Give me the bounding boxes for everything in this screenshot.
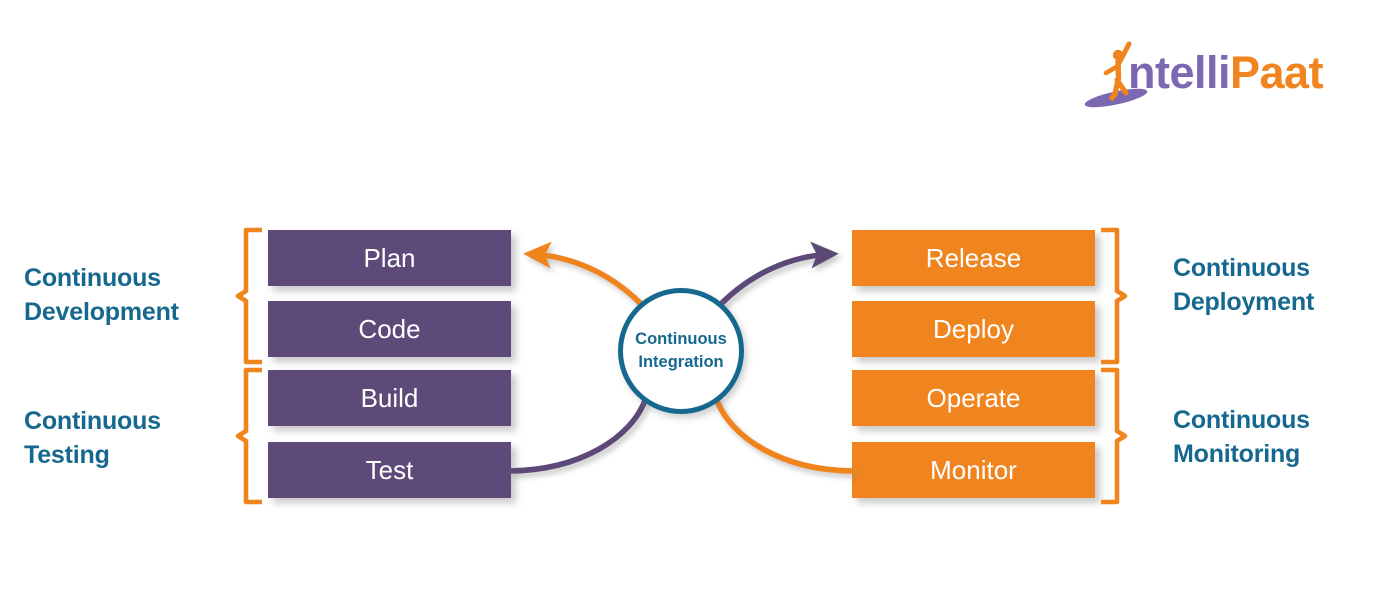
stage-box-label: Plan [363,243,416,273]
stage-box-plan[interactable]: Plan [268,230,511,286]
center-node-continuous-integration[interactable]: Continuous Integration [618,288,744,414]
label-continuous-development: Continuous Development [24,261,179,329]
stage-box-monitor[interactable]: Monitor [852,442,1095,498]
stage-box-label: Code [358,314,421,344]
logo-wordmark-part2: Paat [1230,47,1324,98]
label-line-1: Continuous [1173,406,1310,434]
stage-box-label: Operate [926,383,1021,413]
devops-lifecycle-diagram: ntelliPaat Continuous Development Contin… [0,0,1396,612]
logo-wordmark-part1: ntelli [1128,47,1231,98]
stage-box-deploy[interactable]: Deploy [852,301,1095,357]
stage-box-test[interactable]: Test [268,442,511,498]
stage-box-release[interactable]: Release [852,230,1095,286]
label-line-2: Development [24,298,179,326]
label-line-2: Monitoring [1173,440,1301,468]
arrow-integration-to-plan [523,241,646,308]
label-line-1: Continuous [24,264,161,292]
line-integration-to-monitor [713,397,853,474]
center-node-label-line-2: Integration [638,353,724,371]
stage-box-build[interactable]: Build [268,370,511,426]
label-continuous-deployment: Continuous Deployment [1173,251,1314,319]
bracket-continuous-monitoring [1101,367,1128,505]
stage-box-label: Release [925,243,1022,273]
label-line-1: Continuous [24,407,161,435]
stage-box-label: Monitor [930,455,1017,485]
stage-box-code[interactable]: Code [268,301,511,357]
label-line-2: Testing [24,441,110,469]
label-line-1: Continuous [1173,254,1310,282]
label-continuous-monitoring: Continuous Monitoring [1173,403,1310,471]
bracket-continuous-deployment [1101,227,1128,365]
logo-wordmark: ntelliPaat [1128,47,1324,98]
stage-box-operate[interactable]: Operate [852,370,1095,426]
stage-box-label: Test [365,455,414,485]
center-node-label-line-1: Continuous [635,330,727,348]
stage-box-label: Build [360,383,419,413]
label-line-2: Deployment [1173,288,1315,316]
stage-box-label: Deploy [933,314,1014,344]
label-continuous-testing: Continuous Testing [24,404,161,472]
arrow-integration-to-release [716,241,839,308]
bracket-continuous-testing [235,367,262,505]
line-test-to-integration [509,397,649,474]
intellipaat-logo: ntelliPaat [1082,40,1324,112]
bracket-continuous-development [235,227,262,365]
